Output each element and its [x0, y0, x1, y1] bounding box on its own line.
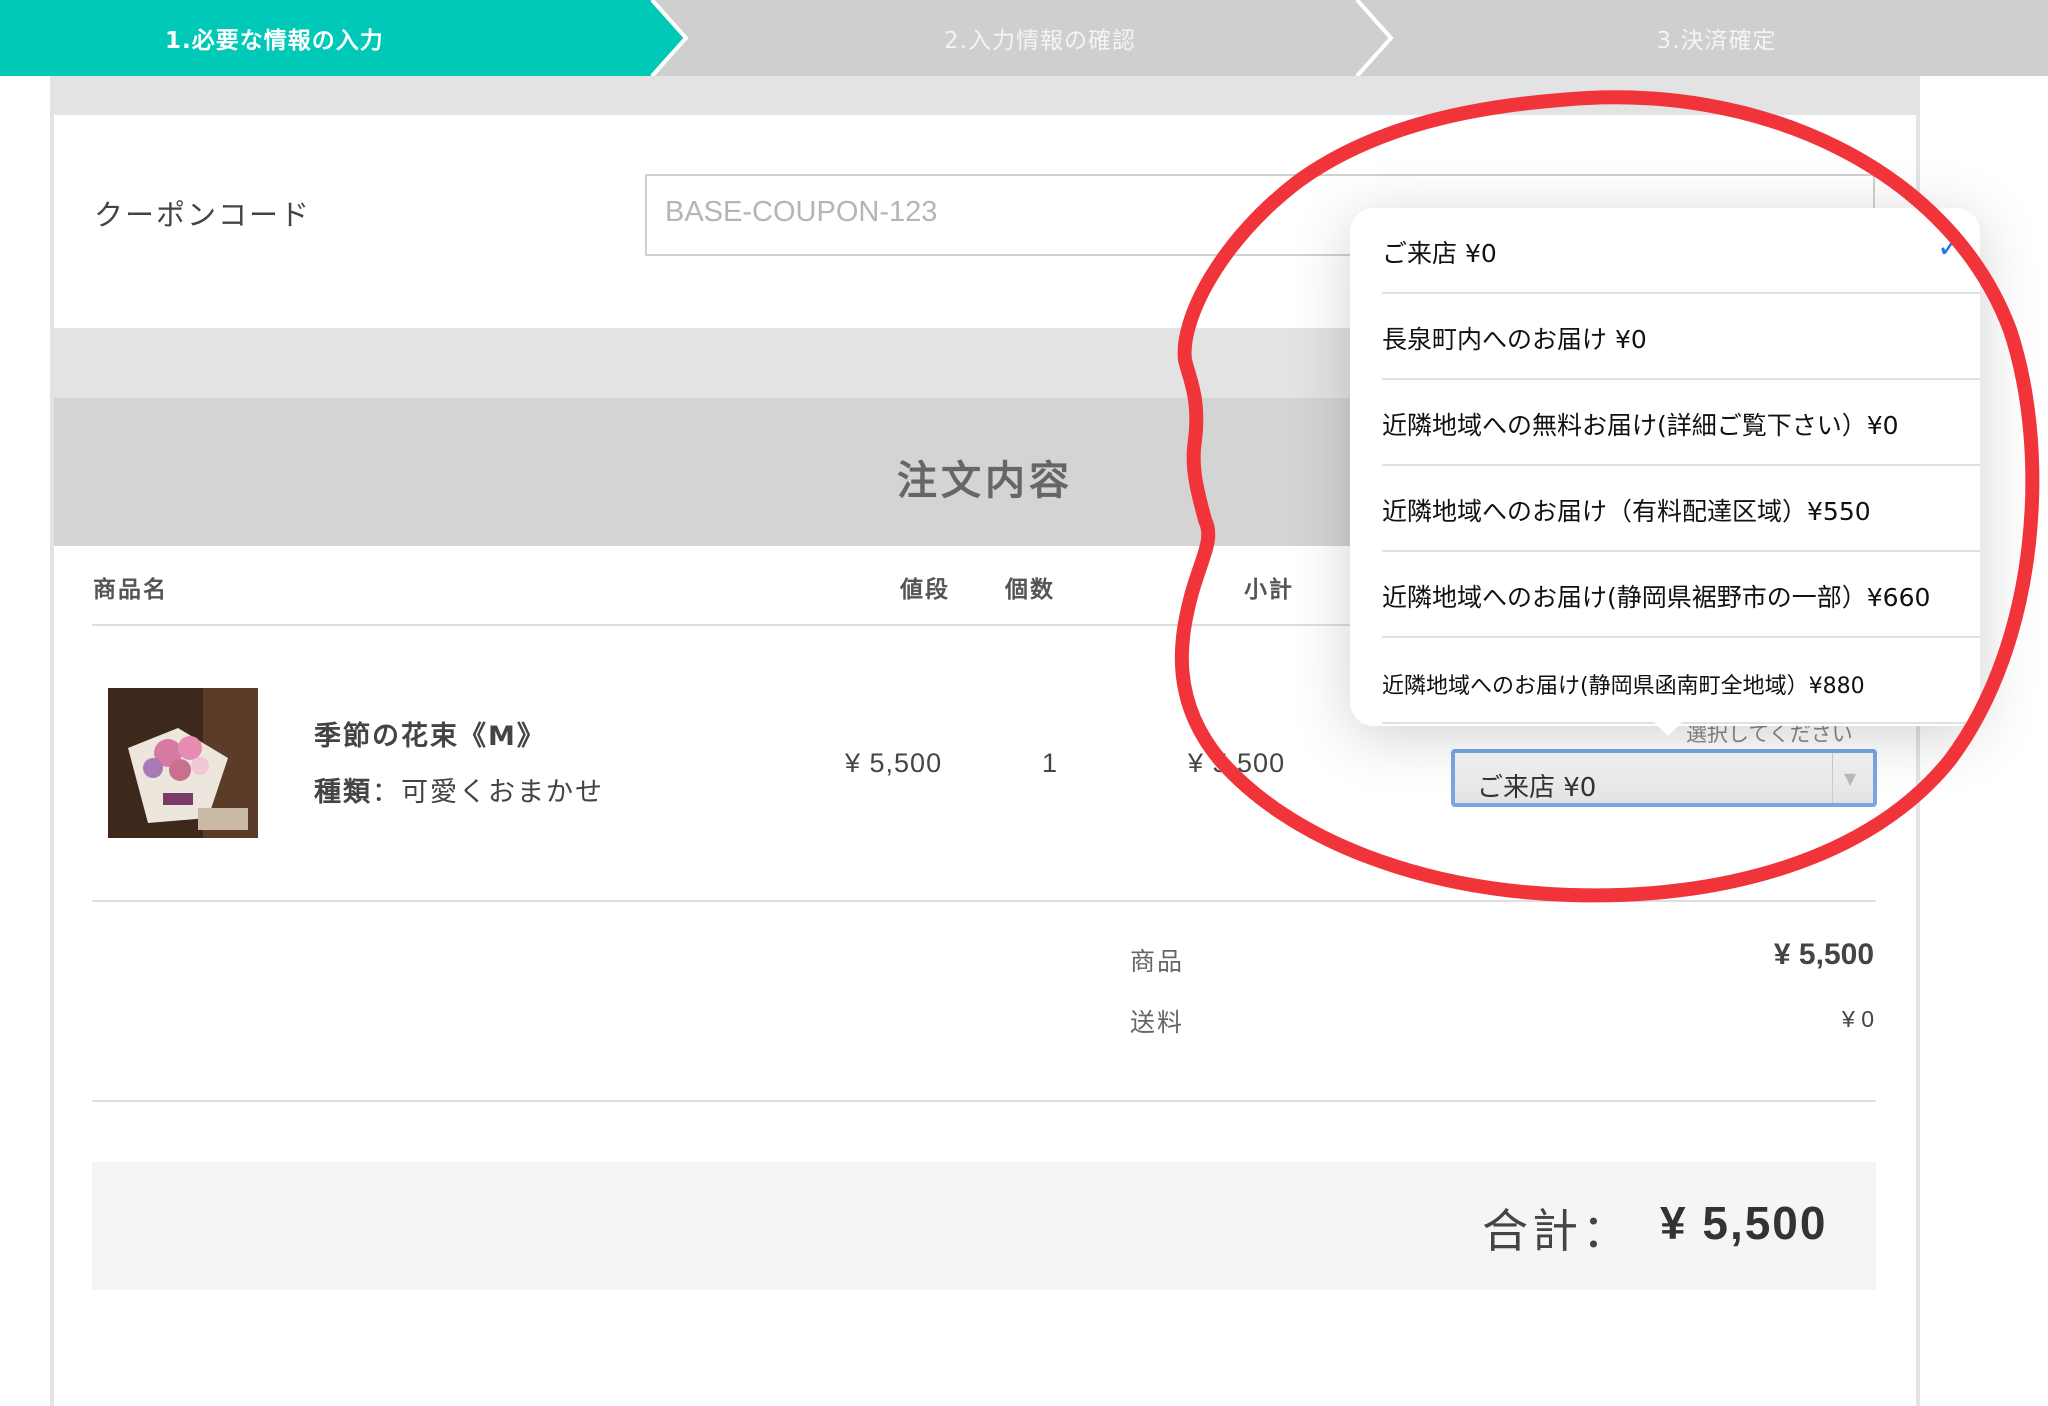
variant-label: 種類 — [314, 777, 372, 808]
product-thumbnail[interactable] — [108, 688, 258, 838]
shipping-select[interactable]: ご来店 ¥0 ▼ — [1451, 749, 1877, 807]
shipping-option[interactable]: 近隣地域へのお届け(静岡県函南町全地域）¥880 — [1382, 638, 1980, 724]
chevron-down-icon: ▼ — [1844, 769, 1857, 788]
summary-shipping-value: ¥ 0 — [1842, 1006, 1874, 1032]
checkout-steps: 2.入力情報の確認 3.決済確定 1.必要な情報の入力 — [0, 0, 2048, 76]
total-label: 合計： — [1482, 1204, 1632, 1258]
item-subtotal: ¥ 5,500 — [1188, 748, 1286, 778]
column-price: 値段 — [900, 577, 950, 603]
option-label: ご来店 ¥0 — [1382, 239, 1497, 268]
product-name: 季節の花束《M》 — [314, 721, 546, 752]
shipping-option[interactable]: ご来店 ¥0 ✓ — [1382, 208, 1980, 294]
shipping-select-value: ご来店 ¥0 — [1477, 773, 1597, 803]
step-confirm: 2.入力情報の確認 — [944, 28, 1136, 54]
column-product-name: 商品名 — [93, 577, 168, 603]
product-variant: 種類：可愛くおまかせ — [314, 770, 604, 809]
variant-separator: ： — [372, 777, 401, 808]
summary-product-label: 商品 — [1130, 947, 1185, 976]
option-label: 長泉町内へのお届け ¥0 — [1382, 325, 1647, 354]
shipping-options-popup: ご来店 ¥0 ✓ 長泉町内へのお届け ¥0 近隣地域への無料お届け(詳細ご覧下さ… — [1350, 208, 1980, 726]
variant-value: 可愛くおまかせ — [401, 777, 604, 808]
summary-product-value: ¥ 5,500 — [1773, 938, 1874, 971]
shipping-option[interactable]: 近隣地域への無料お届け(詳細ご覧下さい）¥0 — [1382, 380, 1980, 466]
option-label: 近隣地域へのお届け(静岡県裾野市の一部）¥660 — [1382, 583, 1931, 612]
divider — [92, 1100, 1876, 1102]
option-label: 近隣地域への無料お届け(詳細ご覧下さい）¥0 — [1382, 411, 1899, 440]
popup-pointer — [1652, 720, 1684, 736]
shipping-option[interactable]: 長泉町内へのお届け ¥0 — [1382, 294, 1980, 380]
item-price: ¥ 5,500 — [845, 748, 943, 778]
column-subtotal: 小計 — [1244, 577, 1294, 603]
checkmark-icon: ✓ — [1936, 230, 1962, 265]
step-input-active: 1.必要な情報の入力 — [0, 0, 686, 76]
item-quantity: 1 — [1042, 748, 1059, 778]
step-separator-icon — [650, 0, 689, 76]
summary-shipping-label: 送料 — [1130, 1008, 1185, 1037]
total-value: ¥ 5,500 — [1660, 1197, 1828, 1249]
option-label: 近隣地域へのお届け(静岡県函南町全地域）¥880 — [1382, 674, 1865, 699]
select-arrow[interactable]: ▼ — [1832, 753, 1873, 803]
column-quantity: 個数 — [1005, 577, 1055, 603]
option-label: 近隣地域へのお届け（有料配達区域）¥550 — [1382, 497, 1871, 526]
shipping-option[interactable]: 近隣地域へのお届け(静岡県裾野市の一部）¥660 — [1382, 552, 1980, 638]
divider — [92, 900, 1876, 902]
shipping-option[interactable]: 近隣地域へのお届け（有料配達区域）¥550 — [1382, 466, 1980, 552]
step-separator-icon — [1355, 0, 1394, 76]
step-payment: 3.決済確定 — [1656, 28, 1777, 54]
coupon-label: クーポンコード — [94, 198, 312, 232]
